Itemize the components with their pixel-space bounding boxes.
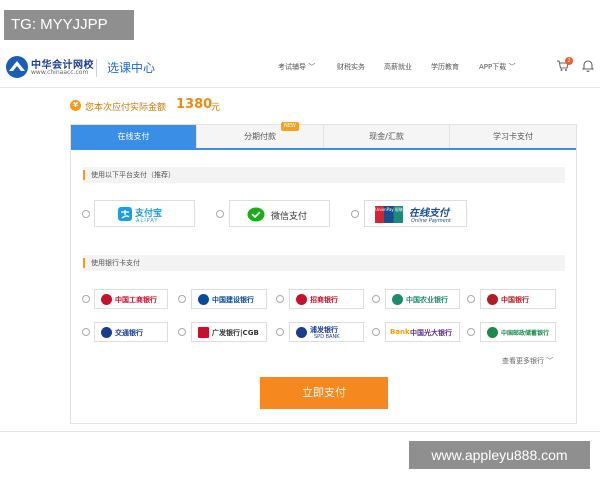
section-marker xyxy=(83,258,85,268)
alipay-option[interactable]: 支付宝 ALIPAY xyxy=(94,200,195,227)
bank-radio-ccb[interactable] xyxy=(178,295,186,303)
boc-icon xyxy=(487,294,498,305)
bank-option-bocom[interactable]: 交通银行 xyxy=(94,322,168,342)
site-title[interactable]: 选课中心 xyxy=(107,59,155,76)
bank-radio-cmb[interactable] xyxy=(276,295,284,303)
wechat-radio[interactable] xyxy=(216,210,224,218)
yuan-icon: ¥ xyxy=(70,100,81,111)
unionpay-option[interactable]: UnionPay 银联 在线支付 Online Payment xyxy=(364,200,467,227)
bank-section-header: 使用银行卡支付 xyxy=(83,255,565,271)
bank-name-icbc: 中国工商银行 xyxy=(115,296,157,304)
payment-panel: 在线支付 分期付款 NEW 现金/汇款 学习卡支付 使用以下平台支付（推荐） 支… xyxy=(70,122,577,424)
bank-name-bocom: 交通银行 xyxy=(115,329,143,337)
tg-label-overlay: TG: MYYJJPP xyxy=(4,10,134,40)
nav-item-finance[interactable]: 财税实务 xyxy=(337,62,365,72)
spdb-icon xyxy=(296,327,307,338)
ceb-icon: Bank xyxy=(390,328,410,336)
tab-installment-label: 分期付款 xyxy=(244,132,276,141)
footer-divider xyxy=(0,431,600,432)
bank-radio-ceb[interactable] xyxy=(372,328,380,336)
tab-study-card[interactable]: 学习卡支付 xyxy=(450,125,576,148)
bank-name-abc: 中国农业银行 xyxy=(406,296,448,304)
bocom-icon xyxy=(101,327,112,338)
bank-option-boc[interactable]: 中国银行 xyxy=(480,289,556,309)
new-badge: NEW xyxy=(281,122,299,131)
section-marker xyxy=(83,170,85,180)
bank-name-cgb: 广发银行|CGB xyxy=(212,329,259,337)
top-header: 中华会计网校 www.chinaacc.com 选课中心 考试辅导 ﹀ 财税实务… xyxy=(0,46,600,88)
bank-radio-psbc[interactable] xyxy=(467,328,475,336)
nav-item-exam[interactable]: 考试辅导 ﹀ xyxy=(278,62,315,72)
alipay-icon xyxy=(118,207,132,221)
bank-radio-abc[interactable] xyxy=(372,295,380,303)
psbc-icon xyxy=(487,327,498,338)
platform-section-header: 使用以下平台支付（推荐） xyxy=(83,167,565,183)
platform-section-title: 使用以下平台支付（推荐） xyxy=(91,171,175,179)
unionpay-name: 在线支付 xyxy=(409,208,449,219)
ccb-icon xyxy=(198,294,209,305)
bank-option-cgb[interactable]: 广发银行|CGB xyxy=(191,322,267,342)
bank-name-psbc: 中国邮政储蓄银行 xyxy=(501,330,550,337)
pay-now-button[interactable]: 立即支付 xyxy=(260,377,388,409)
wechat-option[interactable]: 微信支付 xyxy=(229,200,330,227)
bank-name-ccb: 中国建设银行 xyxy=(212,296,254,304)
nav-item-app[interactable]: APP下载 ﹀ xyxy=(479,62,515,72)
bank-option-psbc[interactable]: 中国邮政储蓄银行 xyxy=(480,322,556,342)
bank-option-spdb[interactable]: 浦发银行 SPD BANK xyxy=(289,322,364,342)
bank-radio-spdb[interactable] xyxy=(276,328,284,336)
cgb-icon xyxy=(198,327,209,338)
abc-icon xyxy=(392,294,403,305)
cmb-icon xyxy=(296,294,307,305)
logo-domain: www.chinaacc.com xyxy=(31,69,89,76)
bank-name-ceb: 中国光大银行 xyxy=(410,329,452,337)
amount-value: 1380 xyxy=(176,97,213,112)
bank-option-ccb[interactable]: 中国建设银行 xyxy=(191,289,267,309)
bank-name-cmb: 招商银行 xyxy=(310,296,338,304)
tab-installment[interactable]: 分期付款 xyxy=(197,125,324,148)
nav-item-career[interactable]: 高薪就业 xyxy=(384,62,412,72)
alipay-sub: ALIPAY xyxy=(136,218,159,224)
bank-name-boc: 中国银行 xyxy=(501,296,529,304)
chinaacc-logo-icon xyxy=(6,56,28,78)
watermark-url-overlay: www.appleyu888.com xyxy=(409,441,590,469)
logo-divider xyxy=(96,59,97,77)
bank-option-cmb[interactable]: 招商银行 xyxy=(289,289,364,309)
bell-icon[interactable] xyxy=(582,59,594,72)
bank-radio-icbc[interactable] xyxy=(82,295,90,303)
icbc-icon xyxy=(101,294,112,305)
amount-label: 您本次应付实际金额 xyxy=(85,103,167,113)
amount-unit: 元 xyxy=(211,103,221,113)
wechat-icon xyxy=(247,207,265,222)
cart-count-badge: 2 xyxy=(565,57,573,65)
more-banks-link[interactable]: 查看更多银行 ﹀ xyxy=(502,356,553,366)
nav-item-degree[interactable]: 学历教育 xyxy=(431,62,459,72)
tab-online-payment[interactable]: 在线支付 xyxy=(71,125,197,148)
bank-option-abc[interactable]: 中国农业银行 xyxy=(385,289,460,309)
unionpay-radio[interactable] xyxy=(351,210,359,218)
tab-cash-remittance[interactable]: 现金/汇款 xyxy=(324,125,450,148)
bank-section-title: 使用银行卡支付 xyxy=(91,259,140,267)
bank-option-ceb[interactable]: Bank 中国光大银行 xyxy=(385,322,460,342)
bank-option-icbc[interactable]: 中国工商银行 xyxy=(94,289,168,309)
alipay-radio[interactable] xyxy=(82,210,90,218)
unionpay-sub: Online Payment xyxy=(411,218,451,224)
bank-radio-bocom[interactable] xyxy=(82,328,90,336)
wechat-name: 微信支付 xyxy=(271,212,308,222)
payment-tabs: 在线支付 分期付款 NEW 现金/汇款 学习卡支付 xyxy=(71,122,576,150)
bank-radio-cgb[interactable] xyxy=(178,328,186,336)
bank-radio-boc[interactable] xyxy=(467,295,475,303)
spdb-sub: SPD BANK xyxy=(314,334,340,340)
unionpay-icon: UnionPay 银联 xyxy=(375,206,403,223)
